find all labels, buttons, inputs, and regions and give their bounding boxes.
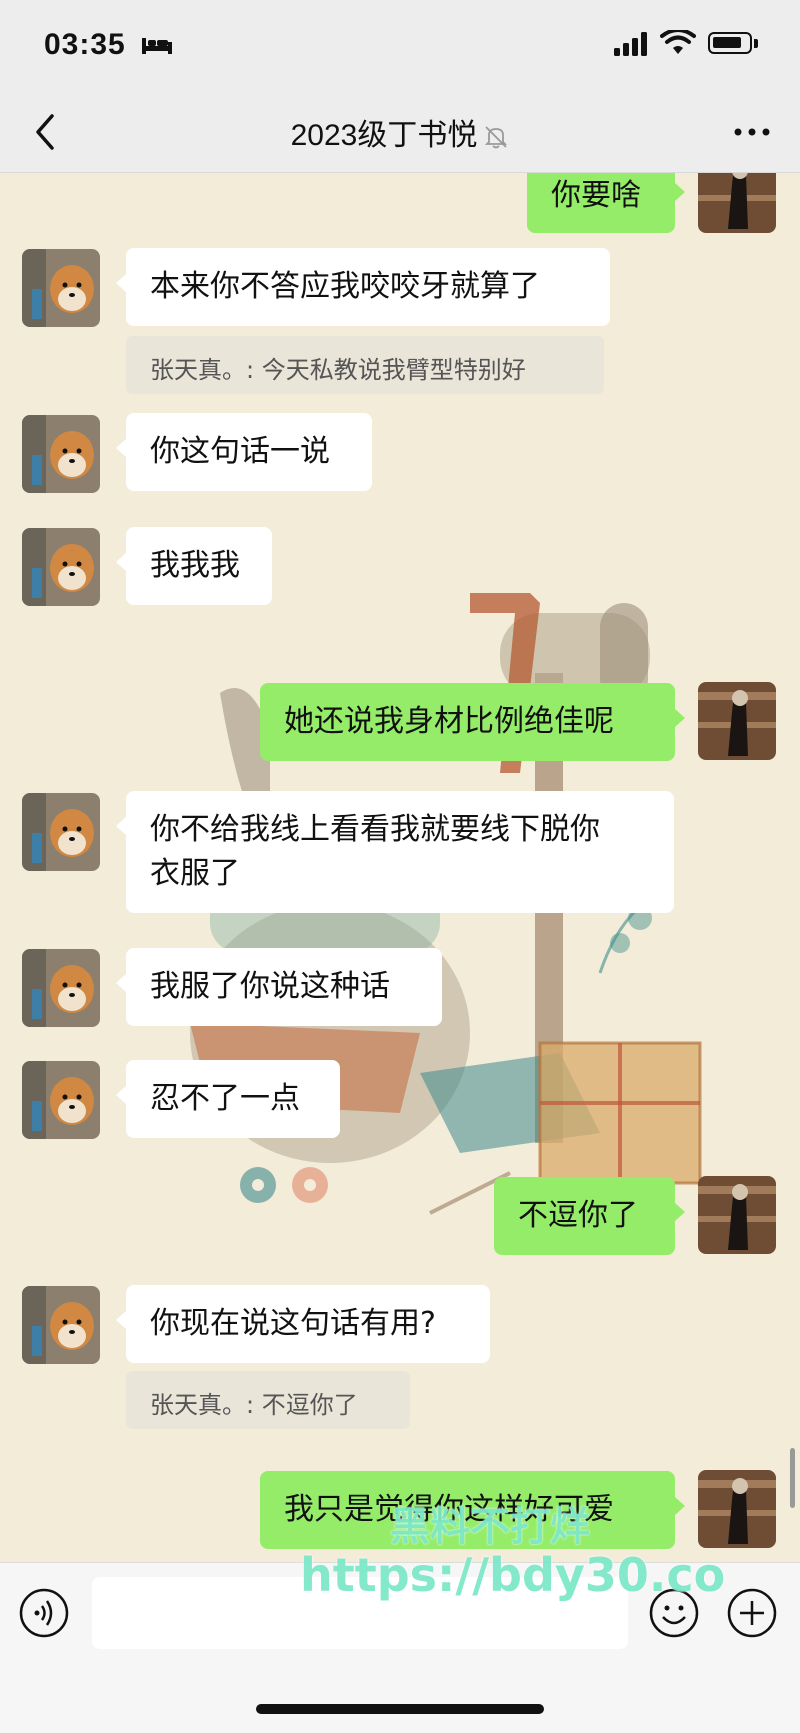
my-avatar[interactable]	[698, 1176, 776, 1254]
my-avatar[interactable]	[698, 173, 776, 233]
shiba-dog-avatar-image	[22, 1061, 100, 1139]
battery-icon	[708, 32, 752, 54]
shiba-dog-avatar-image	[22, 1286, 100, 1364]
sleep-mode-icon	[142, 38, 172, 54]
contact-avatar[interactable]	[22, 528, 100, 606]
my-avatar[interactable]	[698, 1470, 776, 1548]
wifi-icon	[660, 30, 696, 54]
contact-avatar[interactable]	[22, 415, 100, 493]
watermark-text: 黑料不打烊	[390, 1504, 590, 1550]
my-avatar-image	[698, 173, 776, 233]
my-avatar-image	[698, 1176, 776, 1254]
quoted-reply[interactable]: 张天真。: 不逗你了	[126, 1371, 410, 1429]
my-avatar-image	[698, 682, 776, 760]
message-bubble-outgoing[interactable]: 她还说我身材比例绝佳呢	[260, 683, 685, 761]
mute-bell-icon	[485, 126, 508, 149]
battery-tip	[754, 39, 758, 48]
message-bubble-incoming[interactable]: 本来你不答应我咬咬牙就算了	[116, 248, 610, 326]
message-bubble-outgoing[interactable]: 你要啥	[527, 173, 685, 233]
message-bubble-incoming[interactable]: 忍不了一点	[116, 1060, 340, 1138]
shiba-dog-avatar-image	[22, 528, 100, 606]
voice-input-icon[interactable]	[18, 1587, 70, 1639]
my-avatar-image	[698, 1470, 776, 1548]
shiba-dog-avatar-image	[22, 949, 100, 1027]
home-indicator[interactable]	[256, 1704, 544, 1714]
status-time: 03:35	[44, 28, 126, 61]
message-bubble-incoming[interactable]: 你不给我线上看看我就要线下脱你 衣服了	[116, 791, 674, 913]
shiba-dog-avatar-image	[22, 249, 100, 327]
contact-avatar[interactable]	[22, 1061, 100, 1139]
message-bubble-incoming[interactable]: 你现在说这句话有用?	[116, 1285, 490, 1363]
shiba-dog-avatar-image	[22, 415, 100, 493]
chat-header: 2023级丁书悦	[0, 92, 800, 173]
more-options-icon[interactable]	[730, 114, 774, 150]
watermark-url: https://bdy30.co	[300, 1548, 726, 1602]
chat-title-text: 2023级丁书悦	[290, 119, 478, 152]
cellular-signal-icon	[614, 32, 647, 56]
message-bubble-incoming[interactable]: 你这句话一说	[116, 413, 372, 491]
contact-avatar[interactable]	[22, 793, 100, 871]
quoted-reply[interactable]: 张天真。: 今天私教说我臂型特别好	[126, 336, 604, 394]
status-bar: 03:35	[0, 0, 800, 92]
plus-icon[interactable]	[726, 1587, 778, 1639]
scrollbar[interactable]	[790, 1448, 795, 1508]
chat-title: 2023级丁书悦	[0, 110, 800, 154]
message-bubble-incoming[interactable]: 我服了你说这种话	[116, 948, 442, 1026]
message-bubble-outgoing[interactable]: 不逗你了	[494, 1177, 685, 1255]
shiba-dog-avatar-image	[22, 793, 100, 871]
message-bubble-incoming[interactable]: 我我我	[116, 527, 272, 605]
chat-message-list[interactable]: 你要啥 本来你不答应我咬咬牙就算了 张天真。: 今天私教说我臂型特别好 你这句话…	[0, 173, 800, 1562]
contact-avatar[interactable]	[22, 1286, 100, 1364]
contact-avatar[interactable]	[22, 949, 100, 1027]
my-avatar[interactable]	[698, 682, 776, 760]
contact-avatar[interactable]	[22, 249, 100, 327]
